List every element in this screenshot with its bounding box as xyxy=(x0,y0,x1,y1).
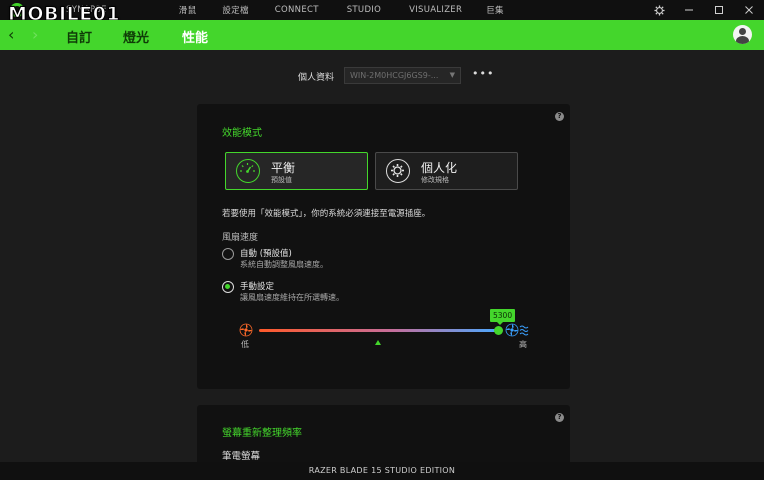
back-arrow-icon[interactable]: ‹ xyxy=(8,25,14,44)
refresh-rate-title: 螢幕重新整理頻率 xyxy=(222,428,302,439)
radio-auto[interactable] xyxy=(222,248,234,260)
fan-speed-slider-handle[interactable] xyxy=(494,326,503,335)
profile-dropdown[interactable]: WIN-2M0HCGJ6GS9-... ▼ xyxy=(344,67,461,84)
mode-custom-subtitle: 修改規格 xyxy=(421,176,449,184)
settings-gear-icon[interactable] xyxy=(644,0,674,20)
nav-connect[interactable]: CONNECT xyxy=(275,5,319,15)
tab-performance[interactable]: 性能 xyxy=(182,27,208,46)
sub-nav-bar: ‹ › 自訂 燈光 性能 xyxy=(0,20,764,50)
laptop-screen-label: 筆電螢幕 xyxy=(222,451,261,462)
minimize-icon[interactable] xyxy=(674,0,704,20)
fan-low-icon xyxy=(239,323,253,337)
performance-mode-card: ? 效能模式 平衡 預設值 個人化 修改規格 若要使用「效能模式」，你的系統必須… xyxy=(197,104,570,389)
profile-label: 個人資料 xyxy=(298,73,335,83)
top-nav: SYNAPSE 滑鼠 設定檔 CONNECT STUDIO VISUALIZER… xyxy=(64,0,504,20)
radio-manual[interactable] xyxy=(222,281,234,293)
mode-balanced-title: 平衡 xyxy=(271,161,296,175)
profile-value: WIN-2M0HCGJ6GS9-... xyxy=(350,71,439,80)
fan-speed-slider-track[interactable] xyxy=(259,329,499,332)
nav-studio[interactable]: STUDIO xyxy=(347,5,381,15)
user-avatar-icon[interactable] xyxy=(733,25,752,44)
help-icon[interactable]: ? xyxy=(555,112,564,121)
device-status-bar: RAZER BLADE 15 STUDIO EDITION xyxy=(0,462,764,480)
option-manual-desc: 讓風扇速度維持在所選轉速。 xyxy=(240,293,344,302)
tab-lighting[interactable]: 燈光 xyxy=(123,27,149,46)
nav-macros[interactable]: 巨集 xyxy=(486,4,504,16)
fan-speed-value: 5300 xyxy=(490,309,516,325)
forward-arrow-icon[interactable]: › xyxy=(32,25,38,44)
maximize-icon[interactable] xyxy=(704,0,734,20)
nav-visualizer[interactable]: VISUALIZER xyxy=(409,5,462,15)
help-icon[interactable]: ? xyxy=(555,413,564,422)
more-options-icon[interactable]: ••• xyxy=(472,67,494,80)
chevron-down-icon: ▼ xyxy=(449,71,455,79)
gauge-icon xyxy=(236,159,260,183)
mode-balanced-button[interactable]: 平衡 預設值 xyxy=(225,152,368,190)
synapse-window: SYNAPSE 滑鼠 設定檔 CONNECT STUDIO VISUALIZER… xyxy=(0,0,764,480)
fan-speed-label: 風扇速度 xyxy=(222,233,259,243)
title-bar: SYNAPSE 滑鼠 設定檔 CONNECT STUDIO VISUALIZER… xyxy=(0,0,764,26)
window-controls xyxy=(644,0,764,20)
close-icon[interactable] xyxy=(734,0,764,20)
mode-balanced-subtitle: 預設值 xyxy=(271,176,292,184)
slider-low-label: 低 xyxy=(241,340,249,349)
option-manual-title[interactable]: 手動設定 xyxy=(240,280,274,292)
performance-mode-title: 效能模式 xyxy=(222,128,262,139)
option-auto-title[interactable]: 自動 (預設值) xyxy=(240,247,292,259)
gear-icon xyxy=(386,159,410,183)
mode-custom-title: 個人化 xyxy=(421,161,458,175)
fan-high-icon xyxy=(505,323,529,337)
option-auto-desc: 系統自動調整風扇速度。 xyxy=(240,260,328,269)
power-note: 若要使用「效能模式」，你的系統必須連接至電源插座。 xyxy=(222,209,431,219)
nav-profiles[interactable]: 設定檔 xyxy=(222,4,248,16)
mode-custom-button[interactable]: 個人化 修改規格 xyxy=(375,152,518,190)
nav-mouse[interactable]: 滑鼠 xyxy=(179,4,197,16)
tab-customize[interactable]: 自訂 xyxy=(66,27,92,46)
slider-high-label: 高 xyxy=(519,340,527,349)
slider-marker-icon xyxy=(375,340,381,345)
